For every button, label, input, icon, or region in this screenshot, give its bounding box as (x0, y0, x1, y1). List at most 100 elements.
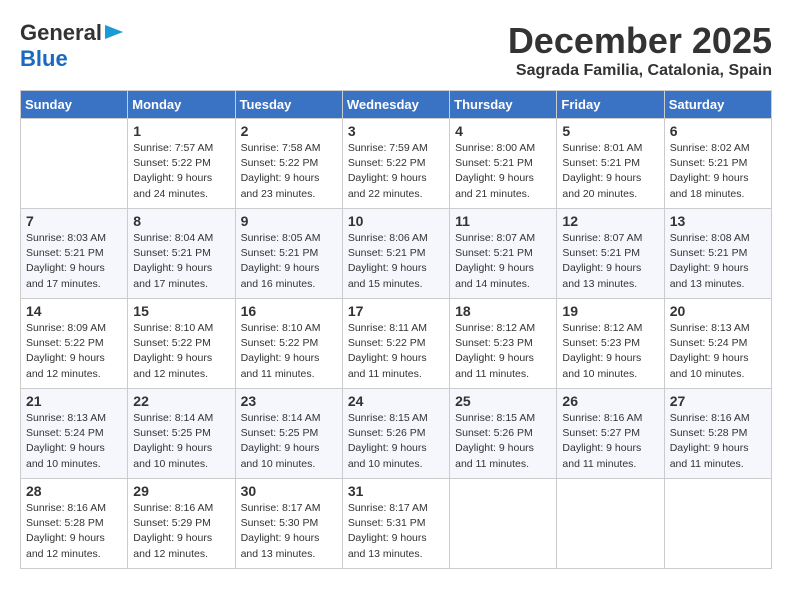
calendar-cell: 18 Sunrise: 8:12 AMSunset: 5:23 PMDayligh… (450, 299, 557, 389)
day-info: Sunrise: 8:09 AMSunset: 5:22 PMDaylight:… (26, 321, 122, 382)
calendar-week-row: 14 Sunrise: 8:09 AMSunset: 5:22 PMDayligh… (21, 299, 772, 389)
day-info: Sunrise: 8:17 AMSunset: 5:31 PMDaylight:… (348, 501, 444, 562)
day-info: Sunrise: 8:16 AMSunset: 5:28 PMDaylight:… (26, 501, 122, 562)
day-info: Sunrise: 8:15 AMSunset: 5:26 PMDaylight:… (348, 411, 444, 472)
calendar-cell: 14 Sunrise: 8:09 AMSunset: 5:22 PMDayligh… (21, 299, 128, 389)
calendar-cell: 9 Sunrise: 8:05 AMSunset: 5:21 PMDaylight… (235, 209, 342, 299)
day-number: 13 (670, 213, 766, 229)
calendar-cell: 26Sunrise: 8:16 AMSunset: 5:27 PMDayligh… (557, 389, 664, 479)
day-info: Sunrise: 8:07 AMSunset: 5:21 PMDaylight:… (562, 231, 658, 292)
day-number: 2 (241, 123, 337, 139)
header-day-friday: Friday (557, 91, 664, 119)
day-number: 12 (562, 213, 658, 229)
logo-general: General (20, 20, 102, 46)
calendar-cell: 10 Sunrise: 8:06 AMSunset: 5:21 PMDayligh… (342, 209, 449, 299)
day-info: Sunrise: 8:04 AMSunset: 5:21 PMDaylight:… (133, 231, 229, 292)
day-number: 31 (348, 483, 444, 499)
day-number: 20 (670, 303, 766, 319)
calendar-cell: 23 Sunrise: 8:14 AMSunset: 5:25 PMDayligh… (235, 389, 342, 479)
calendar-cell: 6 Sunrise: 8:02 AMSunset: 5:21 PMDaylight… (664, 119, 771, 209)
day-number: 10 (348, 213, 444, 229)
day-number: 30 (241, 483, 337, 499)
day-number: 5 (562, 123, 658, 139)
day-info: Sunrise: 8:02 AMSunset: 5:21 PMDaylight:… (670, 141, 766, 202)
day-number: 29 (133, 483, 229, 499)
day-number: 24 (348, 393, 444, 409)
page-header: General Blue December 2025 Sagrada Famil… (20, 20, 772, 80)
location-subtitle: Sagrada Familia, Catalonia, Spain (508, 62, 772, 80)
day-info: Sunrise: 8:16 AMSunset: 5:28 PMDaylight:… (670, 411, 766, 472)
header-day-monday: Monday (128, 91, 235, 119)
day-info: Sunrise: 8:15 AMSunset: 5:26 PMDaylight:… (455, 411, 551, 472)
calendar-cell (21, 119, 128, 209)
logo-blue: Blue (20, 46, 68, 71)
calendar-cell: 12 Sunrise: 8:07 AMSunset: 5:21 PMDayligh… (557, 209, 664, 299)
day-number: 6 (670, 123, 766, 139)
calendar-cell: 8 Sunrise: 8:04 AMSunset: 5:21 PMDaylight… (128, 209, 235, 299)
calendar-cell: 16Sunrise: 8:10 AMSunset: 5:22 PMDayligh… (235, 299, 342, 389)
day-number: 27 (670, 393, 766, 409)
day-number: 17 (348, 303, 444, 319)
day-info: Sunrise: 8:13 AMSunset: 5:24 PMDaylight:… (26, 411, 122, 472)
day-number: 1 (133, 123, 229, 139)
calendar-cell: 7Sunrise: 8:03 AMSunset: 5:21 PMDaylight… (21, 209, 128, 299)
day-number: 18 (455, 303, 551, 319)
day-number: 8 (133, 213, 229, 229)
calendar-cell: 24 Sunrise: 8:15 AMSunset: 5:26 PMDayligh… (342, 389, 449, 479)
calendar-cell: 3 Sunrise: 7:59 AMSunset: 5:22 PMDaylight… (342, 119, 449, 209)
calendar-cell: 20 Sunrise: 8:13 AMSunset: 5:24 PMDayligh… (664, 299, 771, 389)
day-number: 23 (241, 393, 337, 409)
logo-arrow-icon (105, 23, 123, 46)
calendar-cell: 11Sunrise: 8:07 AMSunset: 5:21 PMDayligh… (450, 209, 557, 299)
day-info: Sunrise: 8:06 AMSunset: 5:21 PMDaylight:… (348, 231, 444, 292)
day-info: Sunrise: 8:12 AMSunset: 5:23 PMDaylight:… (562, 321, 658, 382)
calendar-cell: 13Sunrise: 8:08 AMSunset: 5:21 PMDayligh… (664, 209, 771, 299)
day-info: Sunrise: 8:13 AMSunset: 5:24 PMDaylight:… (670, 321, 766, 382)
calendar-cell: 21 Sunrise: 8:13 AMSunset: 5:24 PMDayligh… (21, 389, 128, 479)
day-number: 15 (133, 303, 229, 319)
day-info: Sunrise: 8:14 AMSunset: 5:25 PMDaylight:… (133, 411, 229, 472)
calendar-cell (664, 479, 771, 569)
day-info: Sunrise: 7:59 AMSunset: 5:22 PMDaylight:… (348, 141, 444, 202)
day-info: Sunrise: 8:05 AMSunset: 5:21 PMDaylight:… (241, 231, 337, 292)
header-day-sunday: Sunday (21, 91, 128, 119)
calendar-cell: 2 Sunrise: 7:58 AMSunset: 5:22 PMDaylight… (235, 119, 342, 209)
calendar-cell: 15Sunrise: 8:10 AMSunset: 5:22 PMDayligh… (128, 299, 235, 389)
calendar-cell: 5 Sunrise: 8:01 AMSunset: 5:21 PMDaylight… (557, 119, 664, 209)
header-day-thursday: Thursday (450, 91, 557, 119)
day-info: Sunrise: 8:14 AMSunset: 5:25 PMDaylight:… (241, 411, 337, 472)
day-info: Sunrise: 8:16 AMSunset: 5:29 PMDaylight:… (133, 501, 229, 562)
title-block: December 2025 Sagrada Familia, Catalonia… (508, 20, 772, 80)
day-info: Sunrise: 8:12 AMSunset: 5:23 PMDaylight:… (455, 321, 551, 382)
day-number: 25 (455, 393, 551, 409)
day-number: 11 (455, 213, 551, 229)
calendar-week-row: 7Sunrise: 8:03 AMSunset: 5:21 PMDaylight… (21, 209, 772, 299)
day-number: 14 (26, 303, 122, 319)
day-info: Sunrise: 8:17 AMSunset: 5:30 PMDaylight:… (241, 501, 337, 562)
day-number: 9 (241, 213, 337, 229)
calendar-header-row: SundayMondayTuesdayWednesdayThursdayFrid… (21, 91, 772, 119)
calendar-cell: 19Sunrise: 8:12 AMSunset: 5:23 PMDayligh… (557, 299, 664, 389)
day-info: Sunrise: 7:58 AMSunset: 5:22 PMDaylight:… (241, 141, 337, 202)
day-number: 21 (26, 393, 122, 409)
calendar-cell: 28Sunrise: 8:16 AMSunset: 5:28 PMDayligh… (21, 479, 128, 569)
calendar-cell: 27 Sunrise: 8:16 AMSunset: 5:28 PMDayligh… (664, 389, 771, 479)
calendar-week-row: 21 Sunrise: 8:13 AMSunset: 5:24 PMDayligh… (21, 389, 772, 479)
day-number: 3 (348, 123, 444, 139)
day-number: 26 (562, 393, 658, 409)
calendar-cell (557, 479, 664, 569)
calendar-cell: 1Sunrise: 7:57 AMSunset: 5:22 PMDaylight… (128, 119, 235, 209)
day-number: 22 (133, 393, 229, 409)
month-title: December 2025 (508, 20, 772, 62)
day-info: Sunrise: 8:01 AMSunset: 5:21 PMDaylight:… (562, 141, 658, 202)
calendar-cell: 22 Sunrise: 8:14 AMSunset: 5:25 PMDayligh… (128, 389, 235, 479)
calendar-table: SundayMondayTuesdayWednesdayThursdayFrid… (20, 90, 772, 569)
calendar-week-row: 28Sunrise: 8:16 AMSunset: 5:28 PMDayligh… (21, 479, 772, 569)
header-day-saturday: Saturday (664, 91, 771, 119)
day-number: 7 (26, 213, 122, 229)
calendar-cell: 29 Sunrise: 8:16 AMSunset: 5:29 PMDayligh… (128, 479, 235, 569)
day-info: Sunrise: 8:10 AMSunset: 5:22 PMDaylight:… (241, 321, 337, 382)
calendar-cell: 25 Sunrise: 8:15 AMSunset: 5:26 PMDayligh… (450, 389, 557, 479)
calendar-week-row: 1Sunrise: 7:57 AMSunset: 5:22 PMDaylight… (21, 119, 772, 209)
calendar-cell: 31 Sunrise: 8:17 AMSunset: 5:31 PMDayligh… (342, 479, 449, 569)
